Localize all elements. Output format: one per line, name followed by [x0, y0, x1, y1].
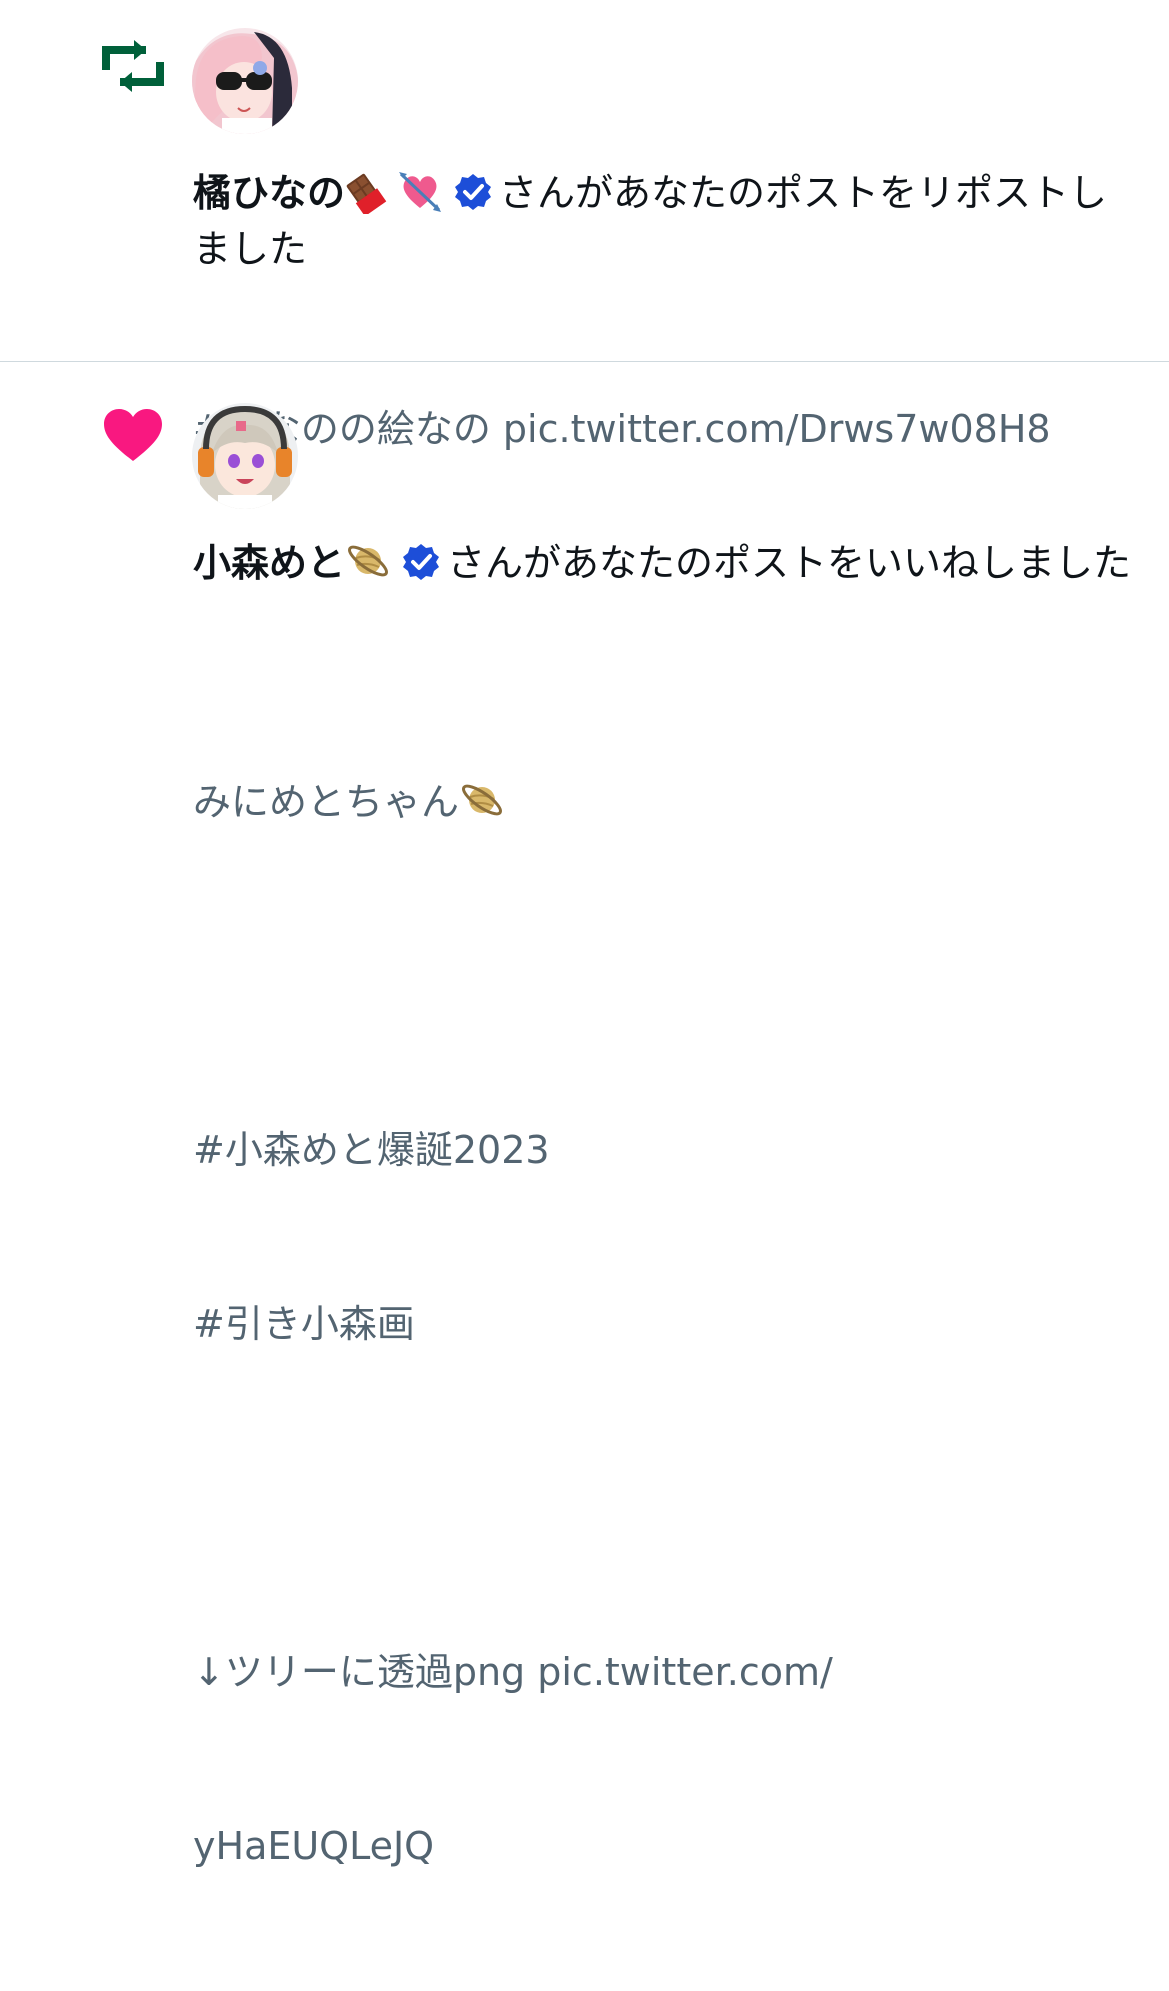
ringed-planet-emoji	[348, 545, 388, 577]
avatar-komori-met[interactable]	[192, 403, 298, 509]
notification-like[interactable]: 小森めと さんがあなたのポストをいいねしました みにめとちゃん #小森めと爆誕2…	[0, 363, 1169, 1868]
notification-headline: 小森めと さんがあなたのポストをいいねしました	[193, 535, 1143, 591]
chocolate-bar-emoji	[346, 173, 387, 214]
user-name[interactable]: 橘ひなの	[193, 171, 345, 215]
pic-link[interactable]: yHaEUQLeJQ	[193, 1817, 1143, 1875]
user-name[interactable]: 小森めと	[193, 541, 345, 585]
post-line: ↓ツリーに透過png pic.twitter.com/	[193, 1650, 833, 1694]
hashtag-line[interactable]: #小森めと爆誕2023	[193, 1121, 1143, 1179]
repost-icon	[102, 40, 164, 92]
heart-with-arrow-emoji	[399, 172, 442, 212]
heart-icon	[104, 409, 162, 461]
verified-badge-icon	[403, 544, 440, 580]
notification-headline: 橘ひなの さんがあなたのポストをリポストしました	[193, 165, 1143, 277]
divider	[0, 361, 1169, 362]
avatar-tachibana-hinano[interactable]	[192, 28, 298, 134]
post-line-text: みにめとちゃん	[193, 780, 460, 824]
hashtag-line[interactable]: #引き小森画	[193, 1295, 1143, 1353]
ringed-planet-emoji	[462, 784, 502, 816]
post-line: みにめとちゃん	[193, 773, 1143, 831]
verified-badge-icon	[455, 174, 492, 210]
post-line	[193, 947, 1143, 1005]
post-line	[193, 1469, 1143, 1527]
notification-repost[interactable]: 橘ひなの さんがあなたのポストをリポストしました #ひなのの絵なの pic.tw…	[0, 0, 1169, 451]
post-snippet[interactable]: みにめとちゃん #小森めと爆誕2023 #引き小森画 ↓ツリーに透過png pi…	[193, 657, 1143, 1991]
action-text: さんがあなたのポストをいいねしました	[447, 541, 1132, 585]
